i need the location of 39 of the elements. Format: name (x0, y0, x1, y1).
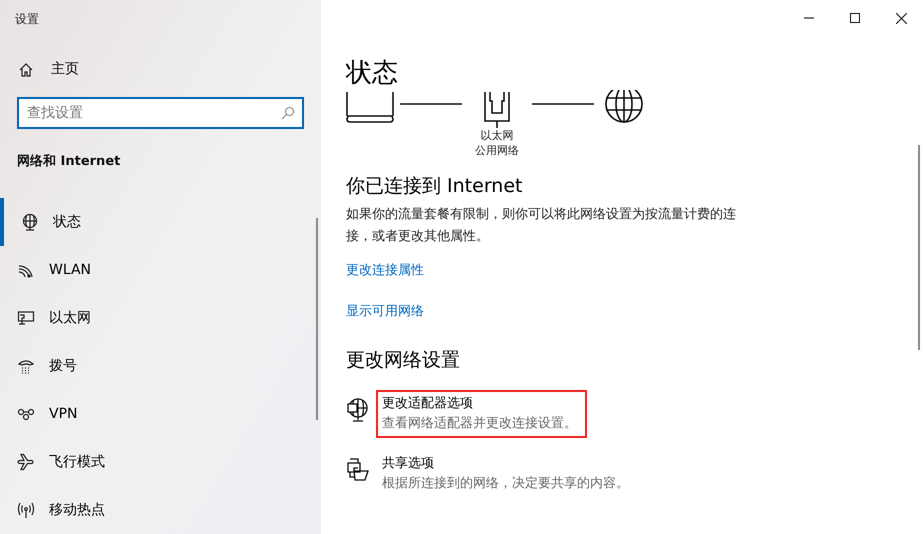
window-title: 设置 (15, 11, 39, 28)
home-icon (18, 62, 34, 78)
home-label: 主页 (51, 60, 79, 80)
nav-item[interactable]: WLAN (0, 246, 321, 294)
option-title: 共享选项 (382, 455, 435, 473)
search-icon (281, 106, 295, 120)
globe-monitor-icon (347, 398, 369, 422)
section-heading: 网络和 Internet (17, 152, 122, 170)
connector-line (532, 103, 594, 105)
option-description: 查看网络适配器并更改连接设置。 (382, 415, 578, 433)
page-title: 状态 (346, 57, 399, 90)
home-link[interactable]: 主页 (18, 54, 321, 86)
network-label: 公用网络 (475, 143, 519, 158)
antenna-icon (17, 501, 35, 519)
connector-line (400, 103, 462, 105)
close-icon (896, 12, 906, 24)
setting-option[interactable]: 更改适配器选项 查看网络适配器并更改连接设置。 (376, 390, 587, 438)
link[interactable]: 显示可用网络 (346, 302, 424, 322)
link[interactable]: 更改连接属性 (346, 261, 424, 281)
airplane-icon (17, 453, 35, 471)
connection-description: 如果你的流量套餐有限制，则你可以将此网络设置为按流量计费的连接，或者更改其他属性。 (346, 206, 737, 246)
nav-item[interactable]: 以太网 (0, 294, 321, 342)
nav-item[interactable]: 移动热点 (0, 486, 321, 534)
nav-item[interactable]: 飞行模式 (0, 438, 321, 486)
nav-item[interactable]: VPN (0, 390, 321, 438)
nav-item[interactable]: 拨号 (0, 342, 321, 390)
globe-monitor-icon (21, 213, 39, 231)
ethernet-port-icon (483, 92, 511, 128)
printer-folder-icon (346, 458, 370, 482)
option-description: 根据所连接到的网络，决定要共享的内容。 (382, 475, 630, 493)
search-field[interactable]: 查找设置 (17, 96, 304, 128)
option-title: 更改适配器选项 (382, 395, 474, 413)
connection-heading: 你已连接到 Internet (346, 174, 524, 198)
laptop-icon (346, 92, 394, 124)
monitor-icon (17, 309, 35, 327)
maximize-icon (850, 13, 860, 23)
setting-option[interactable]: 共享选项 根据所连接到的网络，决定要共享的内容。 (376, 450, 639, 498)
section-heading: 更改网络设置 (346, 348, 461, 372)
adapter-label: 以太网 (480, 128, 514, 143)
